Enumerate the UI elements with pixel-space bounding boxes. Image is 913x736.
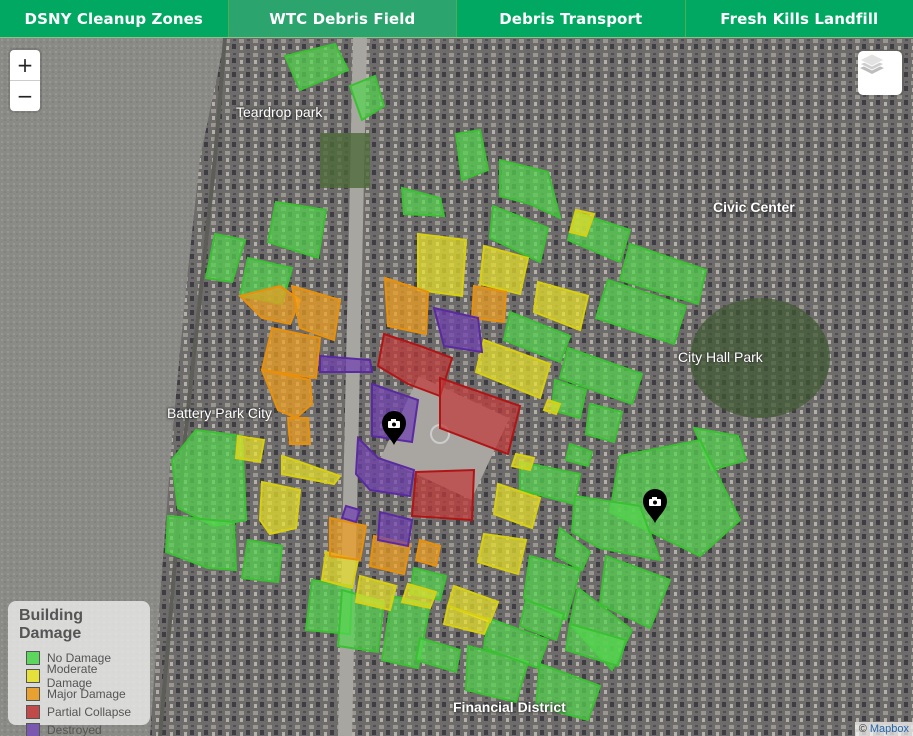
tab-wtc-debris-field[interactable]: WTC Debris Field [228, 0, 457, 37]
building-moderate-damage[interactable] [510, 452, 536, 472]
building-major-damage[interactable] [286, 417, 312, 445]
label-teardrop-park: Teardrop park [236, 104, 323, 120]
map-pin-icon [382, 411, 406, 445]
layers-icon [859, 53, 885, 74]
building-moderate-damage[interactable] [234, 434, 266, 464]
damage-legend: Building Damage No Damage Moderate Damag… [8, 601, 150, 736]
building-major-damage[interactable] [470, 284, 508, 324]
zoom-control: + − [10, 50, 40, 111]
tab-dsny-cleanup-zones[interactable]: DSNY Cleanup Zones [0, 0, 229, 37]
legend-item-moderate-damage: Moderate Damage [26, 662, 144, 690]
legend-label: Partial Collapse [47, 705, 132, 719]
zoom-in-button[interactable]: + [10, 50, 40, 81]
legend-label: Moderate Damage [46, 662, 98, 690]
zoom-out-button[interactable]: − [10, 81, 40, 111]
label-civic-center: Civic Center [713, 199, 795, 215]
map-pin-icon [643, 489, 667, 523]
legend-item-partial-collapse: Partial Collapse [26, 703, 144, 721]
legend-swatch [26, 723, 40, 736]
layers-button[interactable] [858, 51, 902, 95]
legend-label: Destroyed [47, 723, 102, 736]
tab-fresh-kills-landfill[interactable]: Fresh Kills Landfill [686, 0, 913, 37]
label-city-hall-park: City Hall Park [678, 349, 763, 365]
building-major-damage[interactable] [414, 538, 442, 568]
building-moderate-damage[interactable] [258, 480, 302, 536]
legend-title: Building Damage [19, 607, 83, 642]
tab-debris-transport[interactable]: Debris Transport [457, 0, 686, 37]
label-battery-park-city: Battery Park City [167, 405, 273, 421]
park-area [320, 133, 370, 188]
label-financial-district: Financial District [453, 699, 566, 715]
legend-item-destroyed: Destroyed [26, 721, 144, 736]
map-attribution: © Mapbox [854, 722, 913, 736]
copyright-symbol: © [858, 723, 867, 735]
building-destroyed-damage[interactable] [340, 504, 362, 524]
building-major-damage[interactable] [329, 516, 368, 562]
legend-swatch [26, 669, 40, 683]
building-major-damage[interactable] [260, 326, 322, 380]
building-none-damage[interactable] [240, 538, 284, 584]
legend-swatch [26, 651, 40, 665]
tab-bar: DSNY Cleanup Zones WTC Debris Field Debr… [0, 0, 913, 38]
building-partial-damage[interactable] [410, 468, 476, 522]
mapbox-link[interactable]: Mapbox [870, 723, 909, 735]
legend-swatch [26, 687, 40, 701]
legend-label: Major Damage [47, 687, 126, 701]
map-canvas[interactable]: + − Teardrop park Civic Center City Hall… [0, 38, 913, 736]
building-moderate-damage[interactable] [417, 232, 468, 298]
legend-swatch [26, 705, 40, 719]
